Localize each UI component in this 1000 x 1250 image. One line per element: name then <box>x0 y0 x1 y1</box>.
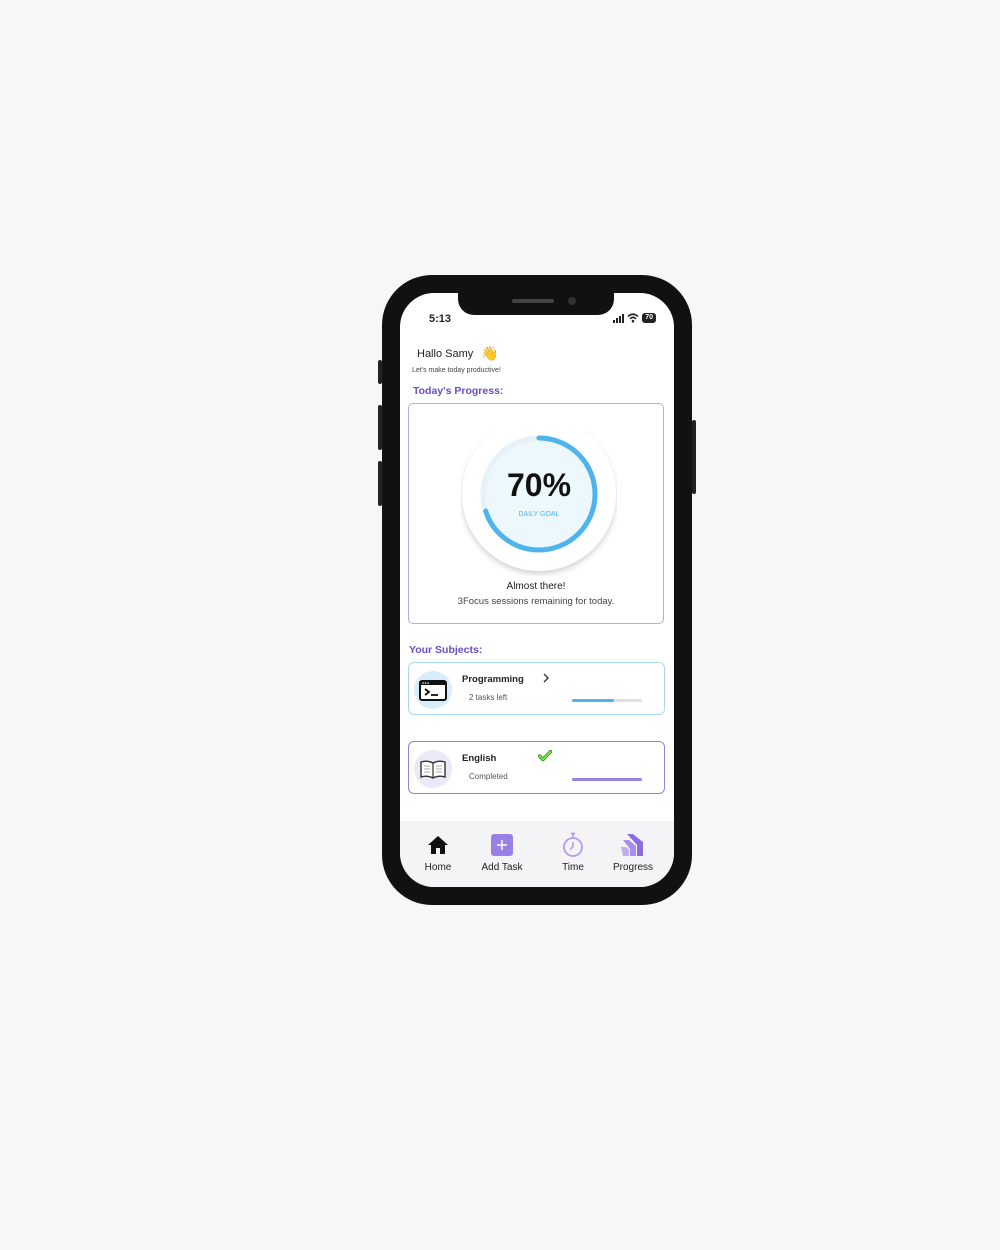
volume-down-button <box>378 461 382 506</box>
greeting-subtitle: Let's make today productive! <box>412 367 501 374</box>
add-icon <box>491 834 513 856</box>
terminal-icon <box>414 671 452 709</box>
subject-card-english[interactable]: English Completed <box>408 741 665 794</box>
battery-icon: 70 <box>642 313 656 323</box>
greeting: Hallo Samy <box>417 348 474 360</box>
nav-label: Progress <box>612 862 653 873</box>
nav-time[interactable]: Time <box>540 831 606 873</box>
subject-name: English <box>462 753 497 764</box>
subject-progress-fill <box>572 699 614 702</box>
power-button <box>692 420 696 494</box>
nav-label: Add Task <box>481 862 523 873</box>
subjects-section-title: Your Subjects: <box>409 644 483 656</box>
daily-goal-label: DAILY GOAL <box>519 511 560 518</box>
front-camera <box>568 297 576 305</box>
progress-icon <box>621 834 643 856</box>
daily-progress-card: 70% DAILY GOAL Almost there! 3Focus sess… <box>408 403 664 624</box>
home-icon <box>428 836 448 854</box>
wifi-icon <box>627 313 639 323</box>
daily-goal-ring: 70% DAILY GOAL <box>461 417 617 576</box>
subject-progress-bar <box>572 778 642 781</box>
speaker <box>512 299 554 303</box>
checkmark-icon <box>538 750 552 762</box>
signal-icon <box>613 313 625 323</box>
waving-hand-icon: 👋 <box>481 345 499 361</box>
status-icons: 70 <box>613 313 656 323</box>
nav-home[interactable]: Home <box>405 831 471 873</box>
progress-detail: 3Focus sessions remaining for today. <box>457 596 615 607</box>
subject-status: 2 tasks left <box>469 693 508 702</box>
book-icon <box>414 750 452 788</box>
volume-up-button <box>378 405 382 450</box>
progress-section-title: Today's Progress: <box>413 385 504 397</box>
progress-message: Almost there! <box>506 581 566 592</box>
subject-card-programming[interactable]: Programming 2 tasks left <box>408 662 665 715</box>
progress-percent: 70% <box>507 467 571 503</box>
bottom-nav: Home Add Task Time Progress <box>400 821 674 887</box>
nav-progress[interactable]: Progress <box>600 831 666 873</box>
nav-add-task[interactable]: Add Task <box>469 831 535 873</box>
stopwatch-icon <box>563 832 583 857</box>
chevron-right-icon[interactable] <box>542 673 550 683</box>
subject-status: Completed <box>469 772 508 781</box>
notch <box>458 293 614 315</box>
subject-progress-fill <box>572 778 642 781</box>
mute-switch <box>378 360 382 384</box>
nav-label: Time <box>562 862 584 873</box>
phone-frame: 5:13 70 Hallo Samy 👋 Let's make today pr… <box>378 275 696 905</box>
subject-name: Programming <box>462 674 524 685</box>
nav-label: Home <box>424 862 452 873</box>
status-time: 5:13 <box>429 313 452 325</box>
subject-progress-bar <box>572 699 642 702</box>
app-screen: 5:13 70 Hallo Samy 👋 Let's make today pr… <box>400 293 674 887</box>
